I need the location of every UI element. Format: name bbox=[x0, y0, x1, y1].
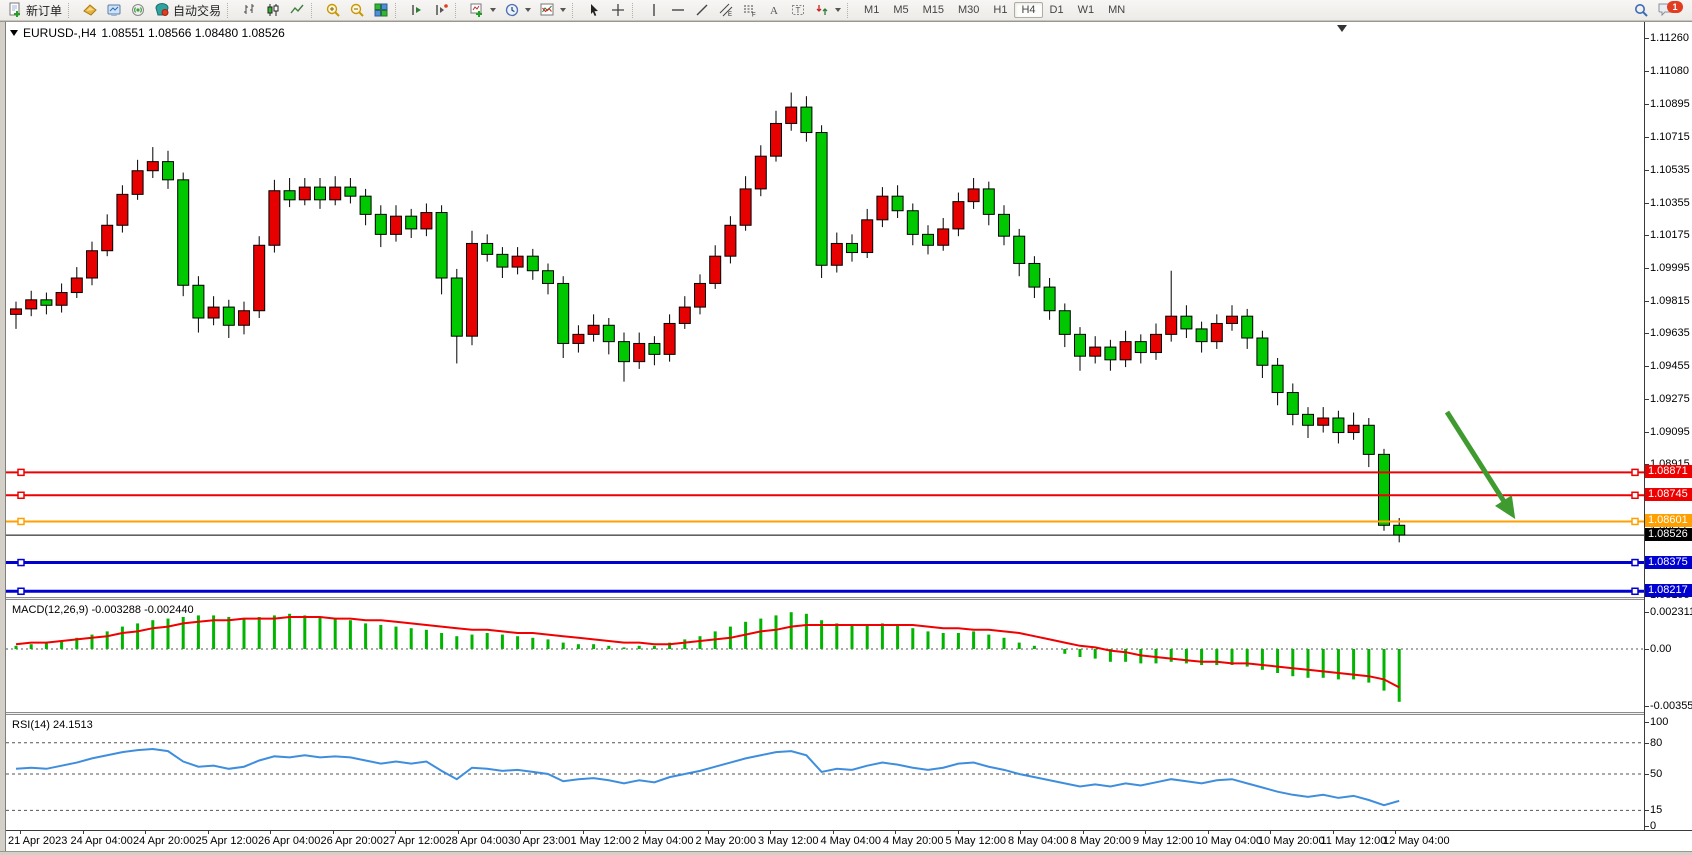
mt4-terminal: { "toolbar": { "new_order_label": "新订单",… bbox=[0, 0, 1692, 854]
time-axis-tick bbox=[270, 830, 271, 834]
time-axis-tick bbox=[20, 830, 21, 834]
time-axis-label: 8 May 04:00 bbox=[1008, 835, 1069, 847]
time-axis-label: 27 Apr 12:00 bbox=[383, 835, 445, 847]
time-axis-tick bbox=[583, 830, 584, 834]
time-axis-label: 30 Apr 23:00 bbox=[508, 835, 570, 847]
time-axis-label: 26 Apr 04:00 bbox=[258, 835, 320, 847]
time-axis-tick bbox=[958, 830, 959, 834]
time-axis-label: 25 Apr 12:00 bbox=[196, 835, 258, 847]
time-axis-tick bbox=[1208, 830, 1209, 834]
time-axis-label: 2 May 20:00 bbox=[696, 835, 757, 847]
time-axis-tick bbox=[1145, 830, 1146, 834]
window-menu-caret-icon[interactable] bbox=[10, 30, 18, 36]
time-axis-tick bbox=[645, 830, 646, 834]
time-axis-label: 24 Apr 04:00 bbox=[71, 835, 133, 847]
time-axis-label: 5 May 12:00 bbox=[946, 835, 1007, 847]
macd-label: MACD(12,26,9) -0.003288 -0.002440 bbox=[12, 604, 194, 616]
time-axis-tick bbox=[395, 830, 396, 834]
time-axis-tick bbox=[1083, 830, 1084, 834]
time-axis-tick bbox=[145, 830, 146, 834]
time-axis-label: 4 May 04:00 bbox=[821, 835, 882, 847]
time-axis-label: 3 May 12:00 bbox=[758, 835, 819, 847]
time-axis-tick bbox=[1020, 830, 1021, 834]
time-axis-label: 8 May 20:00 bbox=[1071, 835, 1132, 847]
time-axis-tick bbox=[1270, 830, 1271, 834]
time-axis-label: 24 Apr 20:00 bbox=[133, 835, 195, 847]
time-axis-tick bbox=[833, 830, 834, 834]
time-axis-label: 10 May 04:00 bbox=[1196, 835, 1263, 847]
symbol-period-label: EURUSD-,H4 bbox=[23, 26, 96, 40]
time-axis-tick bbox=[1395, 830, 1396, 834]
time-axis-label: 21 Apr 2023 bbox=[8, 835, 67, 847]
time-axis-tick bbox=[895, 830, 896, 834]
time-axis-label: 9 May 12:00 bbox=[1133, 835, 1194, 847]
time-axis-label: 2 May 04:00 bbox=[633, 835, 694, 847]
time-axis-label: 1 May 12:00 bbox=[571, 835, 632, 847]
time-axis-label: 28 Apr 04:00 bbox=[446, 835, 508, 847]
time-axis-tick bbox=[458, 830, 459, 834]
time-axis-tick bbox=[83, 830, 84, 834]
time-axis-tick bbox=[708, 830, 709, 834]
time-axis-label: 26 Apr 20:00 bbox=[321, 835, 383, 847]
time-axis-label: 11 May 12:00 bbox=[1321, 835, 1387, 847]
chart-title: EURUSD-,H4 1.08551 1.08566 1.08480 1.085… bbox=[10, 26, 285, 40]
time-axis-tick bbox=[1333, 830, 1334, 834]
time-axis[interactable]: 21 Apr 2023 24 Apr 04:0024 Apr 20:0025 Ap… bbox=[0, 0, 1692, 854]
time-axis-label: 10 May 20:00 bbox=[1258, 835, 1325, 847]
time-axis-tick bbox=[333, 830, 334, 834]
time-axis-label: 4 May 20:00 bbox=[883, 835, 944, 847]
time-axis-tick bbox=[520, 830, 521, 834]
ohlc-values: 1.08551 1.08566 1.08480 1.08526 bbox=[101, 26, 285, 40]
window-bottom-border bbox=[0, 851, 1692, 855]
time-axis-label: 12 May 04:00 bbox=[1383, 835, 1450, 847]
time-axis-tick bbox=[208, 830, 209, 834]
time-axis-tick bbox=[770, 830, 771, 834]
rsi-label: RSI(14) 24.1513 bbox=[12, 719, 93, 731]
